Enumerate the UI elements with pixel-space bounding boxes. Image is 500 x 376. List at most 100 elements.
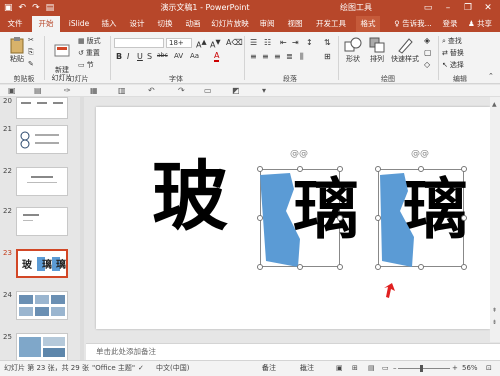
share-button[interactable]: ♟ 共享 [464,16,496,32]
language[interactable]: 中文(中国) [156,361,189,376]
zoom-out-icon[interactable]: – [393,361,397,376]
slide-thumbnail[interactable] [16,125,68,154]
shrink-font-icon[interactable]: A▼ [210,38,221,50]
slide-thumbnail-selected[interactable]: 玻 璃 璃 [16,249,68,278]
change-case-button[interactable]: Aa [190,52,199,60]
font-size-combo[interactable]: 18+ [166,38,192,48]
dropdown-icon[interactable]: ▾ [262,85,266,97]
resize-handle[interactable] [418,166,424,172]
layout-button[interactable]: ▦ 版式 [78,36,101,46]
blue-freeform-shape[interactable] [260,169,340,267]
redo-icon[interactable]: ↷ [32,2,40,14]
shape-effects-icon[interactable]: ◇ [424,60,430,69]
collapse-ribbon-icon[interactable]: ⌃ [488,72,494,80]
resize-handle[interactable] [337,215,343,221]
align-right-icon[interactable]: ≡ [274,52,281,61]
reset-button[interactable]: ↺ 重置 [78,48,100,58]
slide-thumbnail[interactable] [16,207,68,236]
align-left-icon[interactable]: ≡ [250,52,257,61]
zoom-in-icon[interactable]: + [452,361,458,376]
text-direction-icon[interactable]: ⇅ [324,38,331,47]
section-button[interactable]: ▭ 节 [78,60,94,70]
find-button[interactable]: ⌕ 查找 [442,36,462,46]
shape-fill-icon[interactable]: ◈ [424,36,430,45]
resize-handle[interactable] [337,264,343,270]
slideshow-view-icon[interactable]: ▭ [382,361,389,376]
prev-slide-icon[interactable]: ⇞ [492,307,497,314]
shapes-icon[interactable]: ◩ [232,85,240,97]
slide-thumbnail[interactable] [16,333,68,360]
columns-icon[interactable]: ⫼ [300,52,304,62]
line-spacing-icon[interactable]: ↕ [306,38,313,47]
reading-view-icon[interactable]: ▤ [368,361,375,376]
underline-button[interactable]: U [137,52,143,61]
tab-view[interactable]: 视图 [284,16,306,32]
font-name-combo[interactable] [114,38,164,48]
present-icon[interactable]: ▤ [46,2,55,14]
clear-format-icon[interactable]: A⌫ [226,38,243,47]
login-link[interactable]: 登录 [440,16,460,32]
redo-icon[interactable]: ↷ [178,85,185,97]
resize-handle[interactable] [297,166,303,172]
slide-icon[interactable]: ▤ [34,85,42,97]
tab-animations[interactable]: 动画 [182,16,204,32]
normal-view-icon[interactable]: ▣ [336,361,343,376]
chart-icon[interactable]: ▥ [118,85,126,97]
align-center-icon[interactable]: ≡ [262,52,269,61]
resize-handle[interactable] [375,215,381,221]
scroll-up-icon[interactable]: ▲ [492,101,497,108]
zoom-level[interactable]: 56% [462,361,478,376]
tab-file[interactable]: 文件 [4,16,26,32]
tab-slideshow[interactable]: 幻灯片放映 [208,16,252,32]
resize-handle[interactable] [461,264,467,270]
strikethrough-button[interactable]: abc [157,52,168,59]
close-icon[interactable]: ✕ [478,0,498,16]
smartart-icon[interactable]: ⊞ [324,52,331,61]
decrease-indent-icon[interactable]: ⇤ [280,38,287,47]
bullets-icon[interactable]: ☰ [250,38,257,47]
table-icon[interactable]: ▦ [90,85,98,97]
zoom-slider[interactable] [398,368,450,369]
tab-review[interactable]: 审阅 [256,16,278,32]
resize-handle[interactable] [297,264,303,270]
shape-outline-icon[interactable]: ▢ [424,48,432,57]
save-icon[interactable]: ▣ [4,2,13,14]
shapes-button[interactable]: 形状 [342,36,364,64]
tab-format[interactable]: 格式 [356,16,380,32]
numbering-icon[interactable]: ☷ [264,38,271,47]
resize-handle[interactable] [375,264,381,270]
quick-styles-button[interactable]: 快速样式 [390,36,420,64]
blue-freeform-shape[interactable] [378,169,464,267]
resize-handle[interactable] [418,264,424,270]
resize-handle[interactable] [257,215,263,221]
brush-icon[interactable]: ✑ [64,85,71,97]
slide-canvas[interactable]: 玻 璃 @@ 璃 @@ [96,107,490,329]
arrange-button[interactable]: 排列 [366,36,388,64]
resize-handle[interactable] [337,166,343,172]
notes-pane[interactable]: 单击此处添加备注 [86,343,500,360]
select-button[interactable]: ↖ 选择 [442,60,464,70]
save-icon[interactable]: ▣ [8,85,16,97]
tab-developer[interactable]: 开发工具 [312,16,350,32]
resize-handle[interactable] [461,215,467,221]
paste-button[interactable]: 粘贴 [6,36,28,64]
char-spacing-button[interactable]: AV [174,52,183,60]
tell-me-box[interactable]: ♀ 告诉我... [388,16,438,32]
fit-window-icon[interactable]: ⊡ [486,361,492,376]
italic-button[interactable]: I [127,52,129,61]
char-bo[interactable]: 玻 [152,159,228,235]
thumbnail-scrollbar[interactable] [80,97,84,360]
next-slide-icon[interactable]: ⇟ [492,319,497,326]
tab-insert[interactable]: 插入 [98,16,120,32]
resize-handle[interactable] [461,166,467,172]
zoom-slider-thumb[interactable] [420,365,423,372]
undo-icon[interactable]: ↶ [148,85,155,97]
font-color-button[interactable]: A [214,52,220,62]
cut-icon[interactable]: ✂ [28,36,34,44]
resize-handle[interactable] [375,166,381,172]
ribbon-display-icon[interactable]: ▭ [418,0,438,16]
justify-icon[interactable]: ≣ [286,52,293,61]
minimize-icon[interactable]: – [438,0,458,16]
tab-design[interactable]: 设计 [126,16,148,32]
restore-icon[interactable]: ❐ [458,0,478,16]
